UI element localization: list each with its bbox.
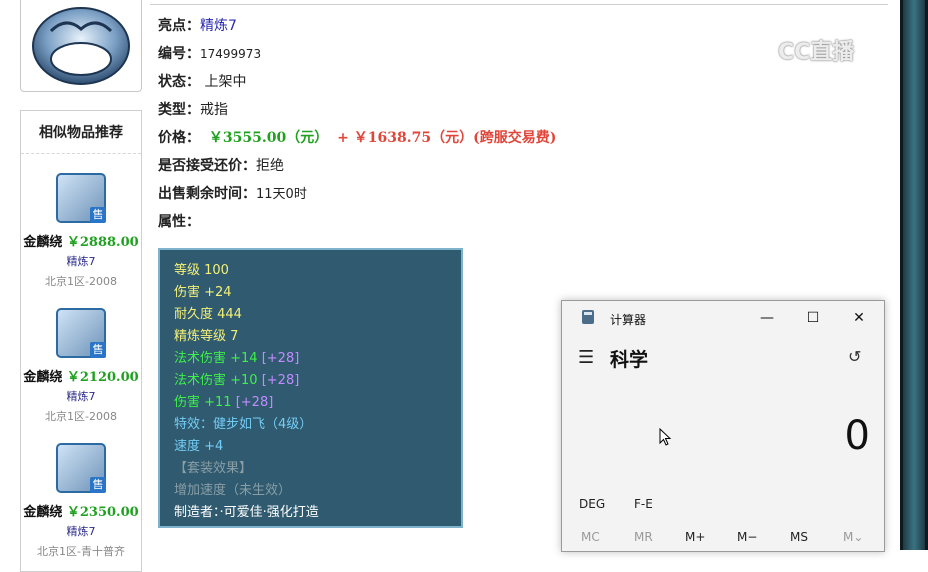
attr-line: 【套装效果】 [174, 461, 253, 476]
calculator-title: 计算器 [610, 313, 647, 327]
highlight-label: 亮点： [158, 18, 200, 34]
attr-line: 增加速度（未生效） [174, 483, 292, 498]
recommend-item[interactable]: 售 金麟绕 ￥2350.00 精炼7 北京1区-青十普齐 [21, 443, 141, 559]
fe-button[interactable]: F-E [634, 497, 653, 511]
item-refine: 精炼7 [66, 390, 96, 403]
attr-line: 伤害 +24 [174, 285, 232, 300]
status-value: 上架中 [204, 74, 247, 90]
maximize-icon[interactable]: ☐ [790, 303, 836, 333]
item-server: 北京1区-2008 [45, 275, 117, 288]
id-value: 17499973 [200, 47, 262, 61]
history-icon[interactable]: ↺ [848, 347, 861, 366]
minimize-icon[interactable]: — [744, 303, 790, 333]
cross-server-fee: + ￥1638.75（元）(跨服交易费) [337, 130, 557, 146]
remaining-row: 出售剩余时间：11天0时 [158, 183, 307, 203]
calculator-window: 计算器 — ☐ ✕ ☰ 科学 ↺ 0 DEG F-E MC MR M+ M− M… [561, 300, 885, 552]
mode-title: 科学 [610, 349, 649, 371]
bargain-row: 是否接受还价：拒绝 [158, 155, 284, 175]
attr-line: 法术伤害 +14 [+28] [174, 351, 300, 366]
status-row: 状态： 上架中 [158, 71, 246, 91]
status-label: 状态： [158, 74, 200, 90]
id-label: 编号： [158, 46, 200, 62]
attributes-box: 等级 100 伤害 +24 耐久度 444 精炼等级 7 法术伤害 +14 [+… [158, 248, 463, 528]
mouse-cursor-icon [659, 428, 672, 446]
price-row: 价格： ￥3555.00（元） + ￥1638.75（元）(跨服交易费) [158, 127, 556, 147]
ring-thumb-icon[interactable]: 售 [56, 308, 106, 358]
item-refine: 精炼7 [66, 525, 96, 538]
attr-label: 属性： [158, 214, 200, 230]
item-refine: 精炼7 [66, 255, 96, 268]
item-name[interactable]: 金麟绕 [23, 235, 62, 250]
type-value: 戒指 [200, 102, 228, 118]
attr-line: 法术伤害 +10 [+28] [174, 373, 300, 388]
sale-badge: 售 [90, 477, 106, 493]
watermark: CC直播 [778, 40, 855, 65]
attr-line: 速度 +4 [174, 439, 224, 454]
type-label: 类型： [158, 102, 200, 118]
attr-line: 精炼等级 7 [174, 329, 239, 344]
bargain-label: 是否接受还价： [158, 158, 256, 174]
ring-thumb-icon[interactable]: 售 [56, 173, 106, 223]
close-icon[interactable]: ✕ [836, 303, 882, 333]
type-row: 类型：戒指 [158, 99, 228, 119]
item-name[interactable]: 金麟绕 [23, 370, 62, 385]
recommend-item[interactable]: 售 金麟绕 ￥2120.00 精炼7 北京1区-2008 [21, 308, 141, 424]
recommend-item[interactable]: 售 金麟绕 ￥2888.00 精炼7 北京1区-2008 [21, 173, 141, 289]
item-name[interactable]: 金麟绕 [23, 505, 62, 520]
attr-row: 属性： [158, 211, 200, 231]
mr-button[interactable]: MR [634, 530, 653, 544]
calculator-app-icon [582, 310, 594, 324]
price-value: ￥3555.00（元） [208, 130, 329, 146]
highlight-value: 精炼7 [200, 18, 237, 34]
remaining-value: 11天0时 [256, 187, 307, 202]
main-item-image [20, 0, 142, 92]
ms-button[interactable]: MS [790, 530, 808, 544]
id-row: 编号：17499973 [158, 43, 261, 63]
item-server: 北京1区-2008 [45, 410, 117, 423]
ring-icon [32, 7, 130, 85]
item-price: ￥2350.00 [66, 505, 139, 520]
item-price: ￥2120.00 [66, 370, 139, 385]
attr-line: 伤害 +11 [+28] [174, 395, 274, 410]
attr-line: 制造者：·可爱佳·强化打造 [174, 505, 319, 520]
recommend-panel: 相似物品推荐 售 金麟绕 ￥2888.00 精炼7 北京1区-2008 售 金麟… [20, 110, 142, 572]
m-plus-button[interactable]: M+ [685, 530, 705, 544]
sale-badge: 售 [90, 207, 106, 223]
mc-button[interactable]: MC [581, 530, 600, 544]
attr-line: 等级 100 [174, 263, 229, 278]
bargain-value: 拒绝 [256, 158, 284, 174]
attr-line: 特效：健步如飞（4级） [174, 417, 313, 432]
menu-icon[interactable]: ☰ [578, 347, 594, 368]
recommend-title: 相似物品推荐 [21, 111, 141, 154]
top-divider [150, 4, 888, 5]
calculator-display: 0 [844, 413, 870, 459]
ring-thumb-icon[interactable]: 售 [56, 443, 106, 493]
remaining-label: 出售剩余时间： [158, 186, 256, 202]
deg-button[interactable]: DEG [579, 497, 605, 511]
m-minus-button[interactable]: M− [737, 530, 757, 544]
memory-list-button[interactable]: M⌄ [843, 530, 863, 544]
sale-badge: 售 [90, 342, 106, 358]
background-strip [900, 0, 928, 550]
item-server: 北京1区-青十普齐 [37, 545, 125, 558]
item-price: ￥2888.00 [66, 235, 139, 250]
attr-line: 耐久度 444 [174, 307, 242, 322]
highlight-row: 亮点：精炼7 [158, 15, 237, 35]
price-label: 价格： [158, 130, 200, 146]
